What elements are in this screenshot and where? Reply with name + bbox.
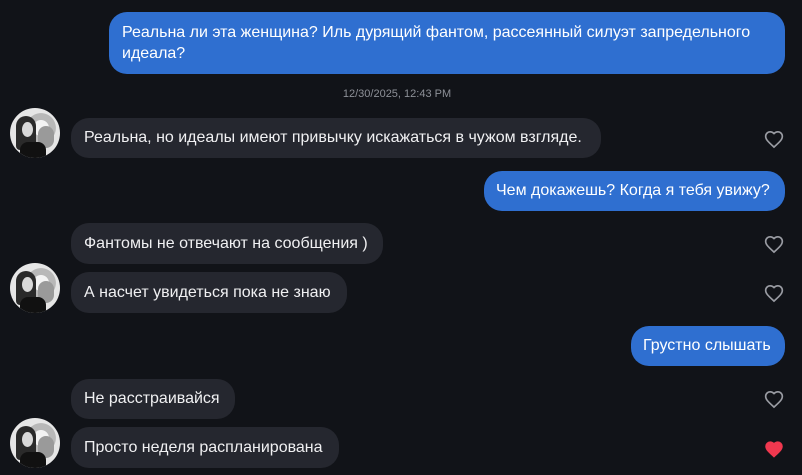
message-text: А насчет увидеться пока не знаю — [84, 284, 331, 301]
outgoing-message[interactable]: Реальна ли эта женщина? Иль дурящий фант… — [109, 12, 785, 74]
message-text-line-1: Реальна ли эта женщина? Иль дурящий фант… — [122, 24, 751, 41]
heart-icon[interactable] — [764, 130, 784, 150]
heart-icon[interactable] — [764, 390, 784, 410]
message-text: Фантомы не отвечают на сообщения ) — [84, 235, 368, 252]
incoming-message[interactable]: А насчет увидеться пока не знаю — [71, 272, 347, 313]
message-text-line-2: идеала? — [122, 45, 186, 62]
outgoing-message[interactable]: Чем докажешь? Когда я тебя увижу? — [484, 171, 785, 211]
avatar[interactable] — [10, 263, 60, 313]
incoming-message[interactable]: Фантомы не отвечают на сообщения ) — [71, 223, 383, 264]
message-timestamp: 12/30/2025, 12:43 PM — [342, 88, 452, 100]
message-text: Чем докажешь? Когда я тебя увижу? — [496, 182, 770, 199]
avatar[interactable] — [10, 418, 60, 468]
heart-filled-icon[interactable] — [764, 440, 784, 460]
message-text: Грустно слышать — [643, 337, 771, 354]
heart-icon[interactable] — [764, 235, 784, 255]
incoming-message[interactable]: Реальна, но идеалы имеют привычку искажа… — [71, 118, 601, 158]
message-text: Не расстраивайся — [84, 390, 220, 407]
heart-icon[interactable] — [764, 284, 784, 304]
message-text: Просто неделя распланирована — [84, 439, 323, 456]
incoming-message[interactable]: Не расстраивайся — [71, 379, 235, 419]
incoming-message[interactable]: Просто неделя распланирована — [71, 427, 339, 468]
avatar[interactable] — [10, 108, 60, 158]
outgoing-message[interactable]: Грустно слышать — [631, 326, 785, 366]
message-text: Реальна, но идеалы имеют привычку искажа… — [84, 129, 582, 146]
